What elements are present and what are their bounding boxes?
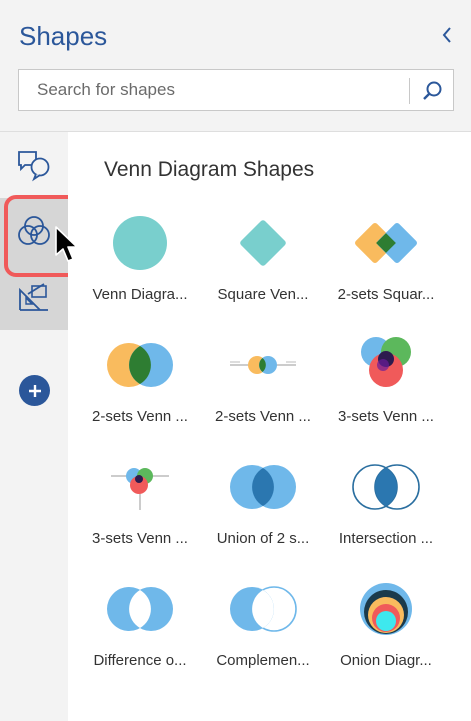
add-category-button[interactable]: [19, 375, 50, 406]
search-box: [18, 69, 454, 111]
shape-label: Union of 2 s...: [216, 530, 310, 547]
shape-item-intersection[interactable]: Intersection ...: [328, 444, 444, 562]
collapse-button[interactable]: [436, 24, 458, 46]
shape-item-onion[interactable]: Onion Diagr...: [328, 566, 444, 684]
drafting-tools-icon: [19, 283, 48, 311]
shape-label: 2-sets Venn ...: [215, 408, 311, 425]
complement-icon: [230, 586, 297, 632]
shape-item-difference[interactable]: Difference o...: [82, 566, 198, 684]
shape-item-square-venn[interactable]: Square Ven...: [205, 200, 321, 318]
shape-item-union[interactable]: Union of 2 s...: [205, 444, 321, 562]
shape-label: Onion Diagr...: [340, 652, 432, 669]
shape-label: Square Ven...: [217, 286, 309, 303]
shape-item-complement[interactable]: Complemen...: [205, 566, 321, 684]
search-input[interactable]: [19, 70, 409, 110]
shape-label: 3-sets Venn ...: [338, 408, 434, 425]
mouse-pointer-icon: [55, 226, 78, 262]
shape-label: Difference o...: [93, 652, 187, 669]
shape-label: 3-sets Venn ...: [92, 530, 188, 547]
intersection-icon: [352, 464, 420, 510]
small-venn-with-labels-icon: [230, 356, 296, 374]
plus-icon: [28, 384, 41, 397]
small-3venn-with-labels-icon: [111, 468, 169, 510]
shape-label: Complemen...: [216, 652, 310, 669]
diamond-shape-icon: [240, 220, 286, 266]
search-button[interactable]: [417, 76, 447, 106]
rail-item-callouts[interactable]: [0, 132, 68, 198]
section-title: Venn Diagram Shapes: [104, 158, 315, 181]
shape-item-3sets-venn[interactable]: 3-sets Venn ...: [328, 322, 444, 440]
shape-item-venn-diagram[interactable]: Venn Diagra...: [82, 200, 198, 318]
search-icon: [423, 81, 442, 100]
two-diamonds-icon: [355, 223, 417, 263]
onion-diagram-icon: [360, 583, 412, 635]
venn-circle-icon: [113, 216, 167, 270]
search-divider: [409, 78, 410, 104]
two-circles-venn-icon: [107, 343, 173, 387]
speech-bubbles-icon: [18, 151, 50, 182]
three-circles-venn-icon: [361, 337, 411, 387]
shape-item-2sets-venn-labeled[interactable]: 2-sets Venn ...: [205, 322, 321, 440]
shapes-content: Venn Diagram Shapes Venn Diagra... Squar…: [68, 132, 471, 721]
panel-title: Shapes: [19, 21, 108, 51]
shape-label: Venn Diagra...: [92, 286, 188, 303]
difference-icon: [107, 587, 173, 631]
shape-label: 2-sets Squar...: [337, 286, 435, 303]
shape-item-2sets-venn[interactable]: 2-sets Venn ...: [82, 322, 198, 440]
shape-item-2sets-square[interactable]: 2-sets Squar...: [328, 200, 444, 318]
chevron-left-icon: [442, 27, 451, 43]
union-icon: [230, 465, 296, 509]
shape-item-3sets-venn-labeled[interactable]: 3-sets Venn ...: [82, 444, 198, 562]
shape-label: Intersection ...: [338, 530, 434, 547]
shape-label: 2-sets Venn ...: [92, 408, 188, 425]
